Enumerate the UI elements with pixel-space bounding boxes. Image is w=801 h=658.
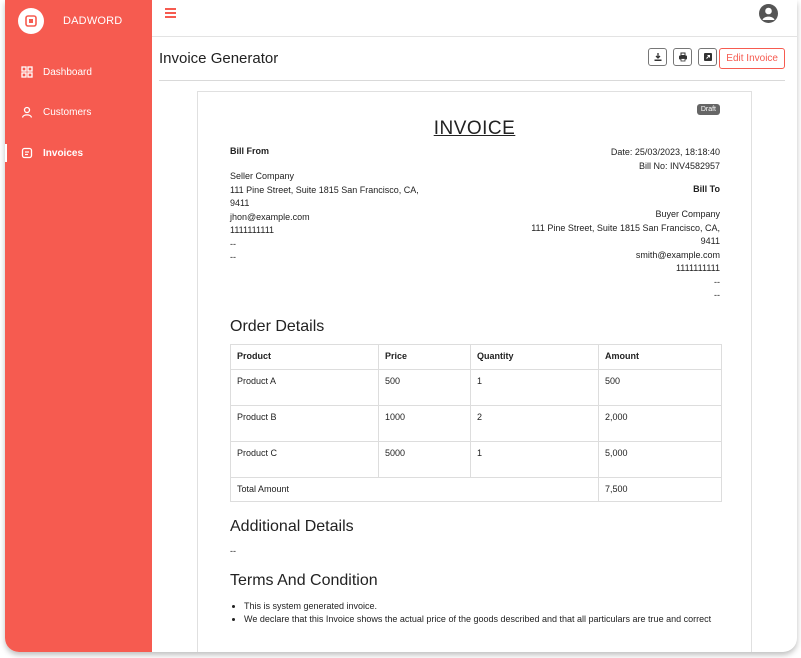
buyer-email: smith@example.com: [635, 249, 720, 260]
table-cell: 500: [598, 369, 722, 406]
hamburger-menu-icon[interactable]: [165, 8, 176, 18]
total-value: 7,500: [598, 477, 722, 502]
sidebar-item-customers[interactable]: Customers: [5, 102, 152, 122]
invoice-date: Date: 25/03/2023, 18:18:40: [610, 147, 720, 157]
bill-to-heading: Bill To: [693, 184, 720, 194]
table-cell: Product C: [230, 441, 379, 478]
order-details-heading: Order Details: [230, 318, 325, 335]
invoice-number: Bill No: INV4582957: [638, 160, 720, 171]
seller-address: 111 Pine Street, Suite 1815 San Francisc…: [230, 184, 419, 209]
table-row: Product A 500 1 500: [230, 369, 722, 406]
edit-invoice-button[interactable]: Edit Invoice: [719, 48, 785, 69]
invoice-card: Draft INVOICE Bill From Seller Company 1…: [197, 91, 752, 652]
app-window: DADWORD Dashboard Customers Invoices Inv…: [5, 0, 797, 652]
table-cell: 1: [470, 369, 599, 406]
table-row: Product B 1000 2 2,000: [230, 405, 722, 442]
table-cell: Product A: [230, 369, 379, 406]
total-row: Total Amount 7,500: [230, 477, 722, 502]
seller-extra-2: --: [230, 252, 236, 262]
status-badge: Draft: [696, 104, 720, 115]
table-cell: 1000: [378, 405, 471, 442]
bill-from-details: Seller Company 111 Pine Street, Suite 18…: [230, 170, 440, 265]
sidebar-item-label: Customers: [43, 106, 92, 118]
additional-details-text: --: [230, 546, 236, 556]
additional-details-heading: Additional Details: [230, 518, 354, 535]
print-button[interactable]: [673, 48, 692, 66]
order-table: Product Price Quantity Amount Product A …: [230, 344, 722, 502]
table-header-row: Product Price Quantity Amount: [230, 344, 722, 370]
buyer-extra-2: --: [714, 290, 720, 300]
page-header: Invoice Generator Edit Invoice: [159, 38, 785, 81]
column-header: Quantity: [470, 344, 599, 370]
seller-name: Seller Company: [230, 171, 295, 181]
terms-heading: Terms And Condition: [230, 572, 378, 589]
seller-email: jhon@example.com: [230, 211, 310, 222]
seller-extra-1: --: [230, 238, 236, 249]
list-item: We declare that this Invoice shows the a…: [244, 613, 714, 626]
top-bar: [152, 0, 797, 37]
sidebar: DADWORD Dashboard Customers Invoices: [5, 0, 152, 652]
list-item: This is system generated invoice.: [244, 600, 714, 613]
download-button[interactable]: [648, 48, 667, 66]
total-label: Total Amount: [230, 477, 599, 502]
table-cell: 2,000: [598, 405, 722, 442]
buyer-extra-1: --: [714, 276, 720, 287]
sidebar-item-invoices[interactable]: Invoices: [5, 143, 152, 163]
bill-from-heading: Bill From: [230, 146, 270, 156]
sidebar-item-label: Dashboard: [43, 66, 92, 78]
column-header: Price: [378, 344, 471, 370]
external-link-icon: [703, 53, 712, 61]
brand[interactable]: DADWORD: [18, 8, 122, 34]
sidebar-item-dashboard[interactable]: Dashboard: [5, 62, 152, 82]
terms-list: This is system generated invoice. We dec…: [244, 600, 714, 626]
bill-to-details: Buyer Company 111 Pine Street, Suite 181…: [510, 208, 720, 303]
page-title: Invoice Generator: [159, 50, 279, 67]
table-cell: 1: [470, 441, 599, 478]
table-cell: 2: [470, 405, 599, 442]
buyer-address: 111 Pine Street, Suite 1815 San Francisc…: [531, 222, 720, 247]
brand-logo-icon: [18, 8, 44, 34]
buyer-phone: 1111111111: [675, 263, 720, 273]
user-avatar-icon: [762, 7, 775, 20]
user-icon: [21, 106, 33, 118]
invoice-icon: [21, 147, 33, 159]
invoice-title: INVOICE: [433, 118, 516, 139]
table-row: Product C 5000 1 5,000: [230, 441, 722, 478]
column-header: Amount: [598, 344, 722, 370]
dashboard-icon: [21, 66, 33, 78]
buyer-name: Buyer Company: [655, 209, 720, 219]
avatar[interactable]: [759, 4, 778, 23]
table-cell: 500: [378, 369, 471, 406]
open-external-button[interactable]: [698, 48, 717, 66]
print-icon: [678, 52, 687, 62]
seller-phone: 1111111111: [230, 225, 275, 235]
column-header: Product: [230, 344, 379, 370]
download-icon: [654, 53, 661, 61]
invoice-meta: Date: 25/03/2023, 18:18:40 Bill No: INV4…: [611, 146, 720, 173]
sidebar-item-label: Invoices: [43, 147, 84, 159]
table-cell: Product B: [230, 405, 379, 442]
table-cell: 5,000: [598, 441, 722, 478]
brand-name: DADWORD: [63, 15, 123, 27]
table-cell: 5000: [378, 441, 471, 478]
